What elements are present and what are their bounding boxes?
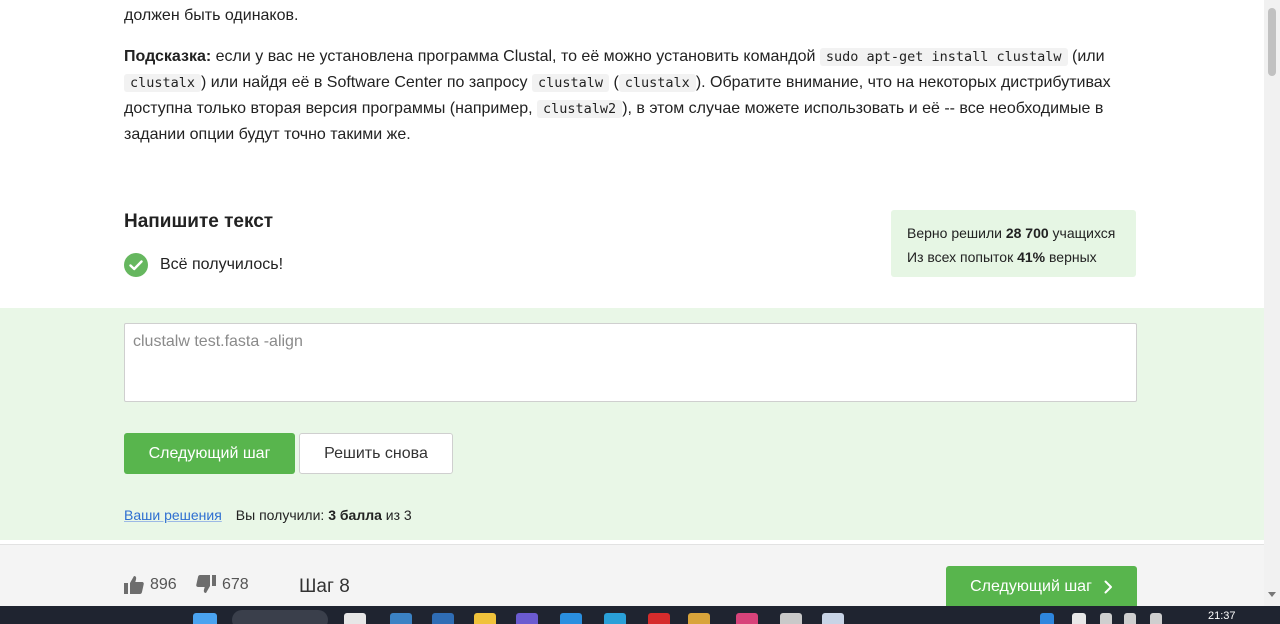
answer-textarea[interactable]: clustalw test.fasta -align [124, 323, 1137, 402]
likes-count: 896 [150, 575, 177, 593]
tray-icon[interactable] [1072, 613, 1086, 624]
battery-icon[interactable] [1150, 613, 1162, 624]
step-footer: 896 678 Шаг 8 Следующий шаг [0, 544, 1264, 607]
step-label: Шаг 8 [299, 576, 350, 597]
wifi-icon[interactable] [1100, 613, 1112, 624]
hint-text: ( [609, 74, 619, 91]
task-stats: Верно решили 28 700 учащихся Из всех поп… [891, 210, 1136, 277]
chevron-right-icon [1104, 580, 1112, 593]
hint-text: ) или найдя её в Software Center по запр… [201, 74, 532, 91]
solved-stat: Верно решили 28 700 учащихся [907, 225, 1116, 241]
app-pink-icon[interactable] [736, 613, 758, 624]
tray-icon[interactable] [1040, 613, 1054, 624]
code-clustalw: clustalw [531, 74, 609, 92]
task-title: Напишите текст [124, 211, 274, 232]
your-solutions-link[interactable]: Ваши решения [124, 507, 222, 523]
footer-next-step-label: Следующий шаг [970, 577, 1092, 595]
telegram-icon[interactable] [604, 613, 626, 624]
taskbar-search[interactable] [232, 610, 328, 624]
like-button[interactable]: 896 [124, 575, 177, 594]
chrome-icon[interactable] [688, 613, 710, 624]
hint-text: (или [1067, 48, 1105, 65]
hint-label: Подсказка: [124, 48, 212, 65]
dislikes-count: 678 [222, 575, 249, 593]
taskbar-clock[interactable]: 21:37 [1208, 610, 1236, 622]
check-circle-icon [124, 253, 148, 277]
os-taskbar: 21:37 [0, 606, 1280, 624]
footer-next-step-button[interactable]: Следующий шаг [946, 566, 1137, 607]
teams-icon[interactable] [516, 613, 538, 624]
retry-button[interactable]: Решить снова [299, 433, 453, 474]
code-clustalx: clustalx [618, 74, 696, 92]
scroll-thumb[interactable] [1268, 8, 1276, 76]
dislike-button[interactable]: 678 [196, 575, 249, 594]
hint-paragraph: Подсказка: если у вас не установлена про… [124, 44, 1124, 147]
vscode-icon[interactable] [560, 613, 582, 624]
opera-icon[interactable] [648, 613, 670, 624]
code-clustalx: clustalx [124, 74, 202, 92]
app-notification-icon[interactable] [780, 613, 802, 624]
app-icon[interactable] [390, 613, 412, 624]
success-status: Всё получилось! [124, 253, 283, 277]
code-install-command: sudo apt-get install clustalw [819, 48, 1068, 66]
folder-icon[interactable] [474, 613, 496, 624]
task-text-tail: должен быть одинаков. [124, 7, 299, 24]
lesson-content: должен быть одинаков. Подсказка: если у … [0, 0, 1264, 607]
score-text: Вы получили: 3 балла из 3 [235, 507, 412, 523]
code-clustalw2: clustalw2 [537, 100, 623, 118]
answer-zone: clustalw test.fasta -align Следующий шаг… [0, 308, 1264, 540]
answer-value: clustalw test.fasta -align [133, 333, 303, 350]
app-window-icon[interactable] [822, 613, 844, 624]
page-scrollbar[interactable] [1264, 0, 1280, 606]
task-text-line0: должен быть одинаков. [124, 3, 1124, 28]
thumbs-down-icon [196, 575, 216, 593]
solutions-row: Ваши решения Вы получили: 3 балла из 3 [124, 507, 412, 523]
mail-icon[interactable] [432, 613, 454, 624]
hint-text: если у вас не установлена программа Clus… [211, 48, 820, 65]
store-icon[interactable] [344, 613, 366, 624]
attempts-stat: Из всех попыток 41% верных [907, 249, 1097, 265]
windows-start-icon[interactable] [193, 613, 217, 624]
thumbs-up-icon [124, 576, 144, 594]
volume-icon[interactable] [1124, 613, 1136, 624]
next-step-button[interactable]: Следующий шаг [124, 433, 295, 474]
success-text: Всё получилось! [160, 256, 284, 273]
scroll-down-arrow-icon[interactable] [1268, 592, 1276, 597]
